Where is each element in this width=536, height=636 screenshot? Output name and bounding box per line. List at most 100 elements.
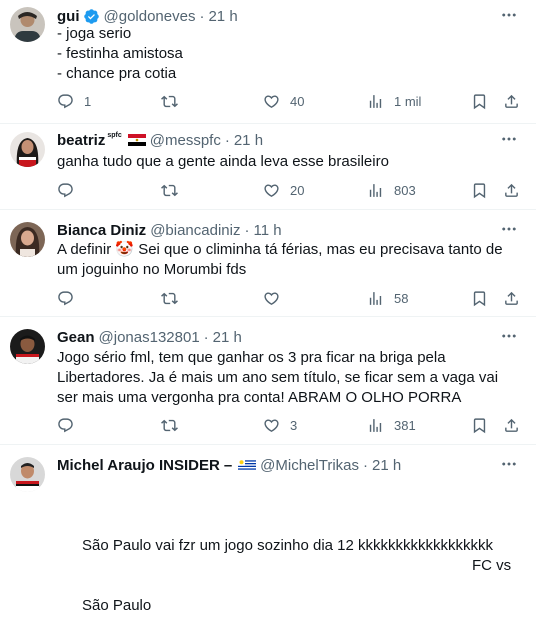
tweet-text-line: São Paulo vai fzr um jogo sozinho dia 12…	[82, 537, 494, 554]
bookmark-icon	[471, 290, 488, 307]
views-icon	[367, 182, 384, 199]
more-icon[interactable]	[500, 455, 518, 473]
avatar[interactable]	[10, 132, 45, 167]
views-count: 1 mil	[394, 93, 422, 109]
retweet-icon	[161, 93, 178, 110]
views-button[interactable]: 58	[367, 288, 408, 308]
tweet-text: ganha tudo que a gente ainda leva esse b…	[57, 153, 389, 170]
author-handle[interactable]: @jonas132801	[99, 329, 200, 346]
uruguay-flag-icon	[238, 459, 257, 471]
author-name[interactable]: gui	[57, 8, 80, 25]
like-count: 20	[290, 182, 305, 198]
tweet[interactable]: Gean @jonas132801 · 21 h Jogo sério fml,…	[0, 317, 536, 445]
retweet-button[interactable]	[161, 415, 188, 435]
bookmark-icon	[471, 93, 488, 110]
author-name[interactable]: Gean	[57, 329, 95, 346]
share-icon	[503, 290, 520, 307]
views-icon	[367, 417, 384, 434]
like-icon	[263, 417, 280, 434]
bookmark-icon	[471, 182, 488, 199]
reply-button[interactable]	[57, 180, 84, 200]
share-button[interactable]	[503, 180, 520, 200]
retweet-button[interactable]	[161, 288, 188, 308]
author-handle[interactable]: @MichelTrikas	[260, 457, 359, 474]
views-count: 58	[394, 290, 409, 306]
author-name[interactable]: Michel Araujo INSIDER	[57, 457, 220, 474]
share-icon	[503, 417, 520, 434]
like-button[interactable]: 40	[263, 91, 304, 111]
author-handle[interactable]: @messpfc	[150, 132, 221, 149]
views-count: 381	[394, 417, 416, 433]
bookmark-button[interactable]	[471, 91, 488, 111]
verified-icon	[83, 8, 100, 25]
name-suffix: spfc	[107, 131, 122, 139]
reply-count: 1	[84, 93, 92, 109]
separator-dot: ·	[224, 131, 230, 149]
tweet-text: São Paulo vai fzr um jogo sozinho dia 12…	[57, 476, 517, 636]
views-button[interactable]: 1 mil	[367, 91, 421, 111]
reply-icon	[57, 417, 74, 434]
avatar[interactable]	[10, 329, 45, 364]
share-icon	[503, 182, 520, 199]
more-icon[interactable]	[500, 130, 518, 148]
like-icon	[263, 290, 280, 307]
like-count: 3	[290, 417, 298, 433]
author-handle[interactable]: @biancadiniz	[150, 222, 240, 239]
reply-icon	[57, 290, 74, 307]
tweet-text: A definir 🤡 Sei que o climinha tá férias…	[57, 241, 507, 278]
retweet-button[interactable]	[161, 91, 188, 111]
like-count: 40	[290, 93, 305, 109]
separator-dot: ·	[244, 221, 250, 239]
views-icon	[367, 93, 384, 110]
separator-dot: ·	[199, 7, 205, 25]
like-icon	[263, 93, 280, 110]
retweet-icon	[161, 417, 178, 434]
more-icon[interactable]	[500, 327, 518, 345]
avatar[interactable]	[10, 7, 45, 42]
timestamp[interactable]: 21 h	[213, 329, 242, 346]
tweet[interactable]: Bianca Diniz @biancadiniz · 11 h A defin…	[0, 210, 536, 317]
retweet-icon	[161, 290, 178, 307]
tweet[interactable]: beatriz spfc @messpfc · 21 h ganha tudo …	[0, 124, 536, 210]
like-icon	[263, 182, 280, 199]
timestamp[interactable]: 11 h	[253, 222, 281, 239]
timestamp[interactable]: 21 h	[234, 132, 263, 149]
bookmark-button[interactable]	[471, 288, 488, 308]
views-button[interactable]: 803	[367, 180, 416, 200]
share-button[interactable]	[503, 415, 520, 435]
reply-icon	[57, 93, 74, 110]
author-name[interactable]: beatriz	[57, 132, 105, 149]
tweet-text: - joga serio - festinha amistosa - chanc…	[57, 25, 183, 82]
share-button[interactable]	[503, 288, 520, 308]
more-icon[interactable]	[500, 220, 518, 238]
bookmark-button[interactable]	[471, 415, 488, 435]
like-button[interactable]: 20	[263, 180, 304, 200]
tweet[interactable]: Michel Araujo INSIDER – @MichelTrikas · …	[0, 445, 536, 614]
egypt-flag-icon	[127, 134, 146, 146]
tweet-text: Jogo sério fml, tem que ganhar os 3 pra …	[57, 349, 503, 406]
bookmark-button[interactable]	[471, 180, 488, 200]
tweet[interactable]: gui @goldoneves · 21 h - joga serio - fe…	[0, 0, 536, 124]
reply-icon	[57, 182, 74, 199]
author-name[interactable]: Bianca Diniz	[57, 222, 146, 239]
tweet-text-fc: FC vs	[472, 557, 512, 574]
reply-button[interactable]	[57, 288, 84, 308]
retweet-icon	[161, 182, 178, 199]
views-icon	[367, 290, 384, 307]
reply-button[interactable]: 1	[57, 91, 91, 111]
like-button[interactable]	[263, 288, 290, 308]
name-suffix: –	[223, 456, 233, 474]
reply-button[interactable]	[57, 415, 84, 435]
author-handle[interactable]: @goldoneves	[104, 8, 196, 25]
timestamp[interactable]: 21 h	[372, 457, 401, 474]
separator-dot: ·	[203, 328, 209, 346]
like-button[interactable]: 3	[263, 415, 297, 435]
retweet-button[interactable]	[161, 180, 188, 200]
share-button[interactable]	[503, 91, 520, 111]
avatar[interactable]	[10, 222, 45, 257]
views-button[interactable]: 381	[367, 415, 416, 435]
timestamp[interactable]: 21 h	[208, 8, 237, 25]
bookmark-icon	[471, 417, 488, 434]
avatar[interactable]	[10, 457, 45, 492]
more-icon[interactable]	[500, 6, 518, 24]
